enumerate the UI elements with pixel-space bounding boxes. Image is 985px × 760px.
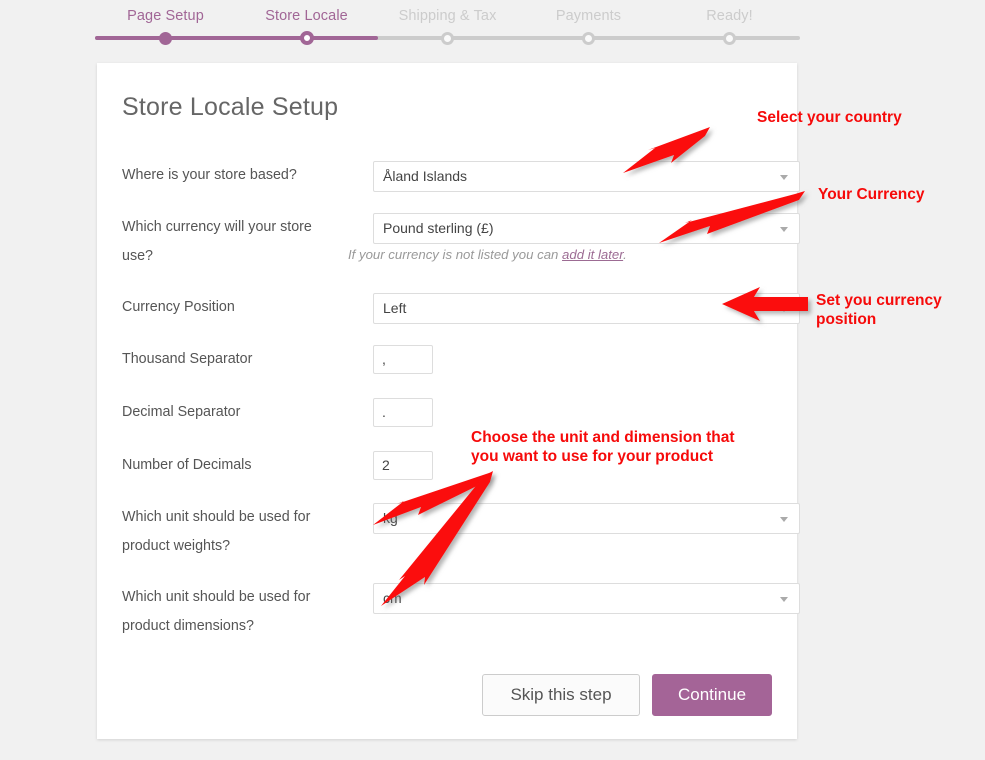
page-title: Store Locale Setup bbox=[122, 93, 338, 122]
number-of-decimals-input-wrap[interactable]: 2 bbox=[373, 451, 433, 480]
decimal-separator-input-wrap[interactable]: . bbox=[373, 398, 433, 427]
store-country-value: Åland Islands bbox=[383, 168, 467, 184]
wizard-step-labels: Page Setup Store Locale Shipping & Tax P… bbox=[95, 8, 800, 24]
annotation-your-currency: Your Currency bbox=[818, 185, 925, 204]
wizard-step-dots bbox=[95, 28, 800, 48]
currency-position-select[interactable]: Left bbox=[373, 293, 800, 324]
chevron-down-icon bbox=[780, 517, 788, 522]
dimension-unit-select[interactable]: cm bbox=[373, 583, 800, 614]
wizard-dot-store-locale[interactable] bbox=[300, 31, 314, 45]
annotation-set-currency-position: Set you currency position bbox=[816, 291, 942, 329]
thousand-separator-input-wrap[interactable]: , bbox=[373, 345, 433, 374]
chevron-down-icon bbox=[780, 597, 788, 602]
continue-button[interactable]: Continue bbox=[652, 674, 772, 716]
currency-helper-suffix: . bbox=[623, 247, 627, 262]
wizard-step-store-locale[interactable]: Store Locale bbox=[236, 8, 377, 24]
wizard-step-payments[interactable]: Payments bbox=[518, 8, 659, 24]
wizard-dot-payments[interactable] bbox=[582, 32, 595, 45]
chevron-down-icon bbox=[780, 227, 788, 232]
wizard-step-page-setup[interactable]: Page Setup bbox=[95, 8, 236, 24]
currency-position-label: Currency Position bbox=[122, 293, 337, 322]
currency-label: Which currency will your store use? bbox=[122, 213, 337, 271]
add-currency-later-link[interactable]: add it later bbox=[562, 247, 623, 262]
annotation-choose-unit-dimension: Choose the unit and dimension that you w… bbox=[471, 428, 735, 466]
wizard-step-shipping-tax[interactable]: Shipping & Tax bbox=[377, 8, 518, 24]
dimension-unit-value: cm bbox=[383, 590, 402, 606]
chevron-down-icon bbox=[780, 175, 788, 180]
wizard-step-ready[interactable]: Ready! bbox=[659, 8, 800, 24]
store-country-select[interactable]: Åland Islands bbox=[373, 161, 800, 192]
store-country-label: Where is your store based? bbox=[122, 161, 337, 190]
weight-unit-label: Which unit should be used for product we… bbox=[122, 503, 337, 561]
number-of-decimals-label: Number of Decimals bbox=[122, 451, 337, 480]
weight-unit-select[interactable]: kg bbox=[373, 503, 800, 534]
wizard-dot-ready[interactable] bbox=[723, 32, 736, 45]
weight-unit-value: kg bbox=[383, 510, 398, 526]
store-locale-setup-card: Store Locale Setup Where is your store b… bbox=[97, 63, 797, 739]
currency-value: Pound sterling (£) bbox=[383, 220, 494, 236]
decimal-separator-label: Decimal Separator bbox=[122, 398, 337, 427]
chevron-down-icon bbox=[780, 307, 788, 312]
decimal-separator-input[interactable]: . bbox=[373, 398, 433, 427]
number-of-decimals-input[interactable]: 2 bbox=[373, 451, 433, 480]
currency-position-value: Left bbox=[383, 300, 406, 316]
annotation-select-your-country: Select your country bbox=[757, 108, 902, 127]
skip-this-step-button[interactable]: Skip this step bbox=[482, 674, 640, 716]
currency-helper-text: If your currency is not listed you can a… bbox=[348, 247, 627, 262]
currency-select[interactable]: Pound sterling (£) bbox=[373, 213, 800, 244]
currency-helper-prefix: If your currency is not listed you can bbox=[348, 247, 562, 262]
thousand-separator-label: Thousand Separator bbox=[122, 345, 337, 374]
wizard-dot-shipping-tax[interactable] bbox=[441, 32, 454, 45]
wizard-progress-bar: Page Setup Store Locale Shipping & Tax P… bbox=[0, 0, 985, 58]
dimension-unit-label: Which unit should be used for product di… bbox=[122, 583, 337, 641]
thousand-separator-input[interactable]: , bbox=[373, 345, 433, 374]
wizard-dot-page-setup[interactable] bbox=[159, 32, 172, 45]
